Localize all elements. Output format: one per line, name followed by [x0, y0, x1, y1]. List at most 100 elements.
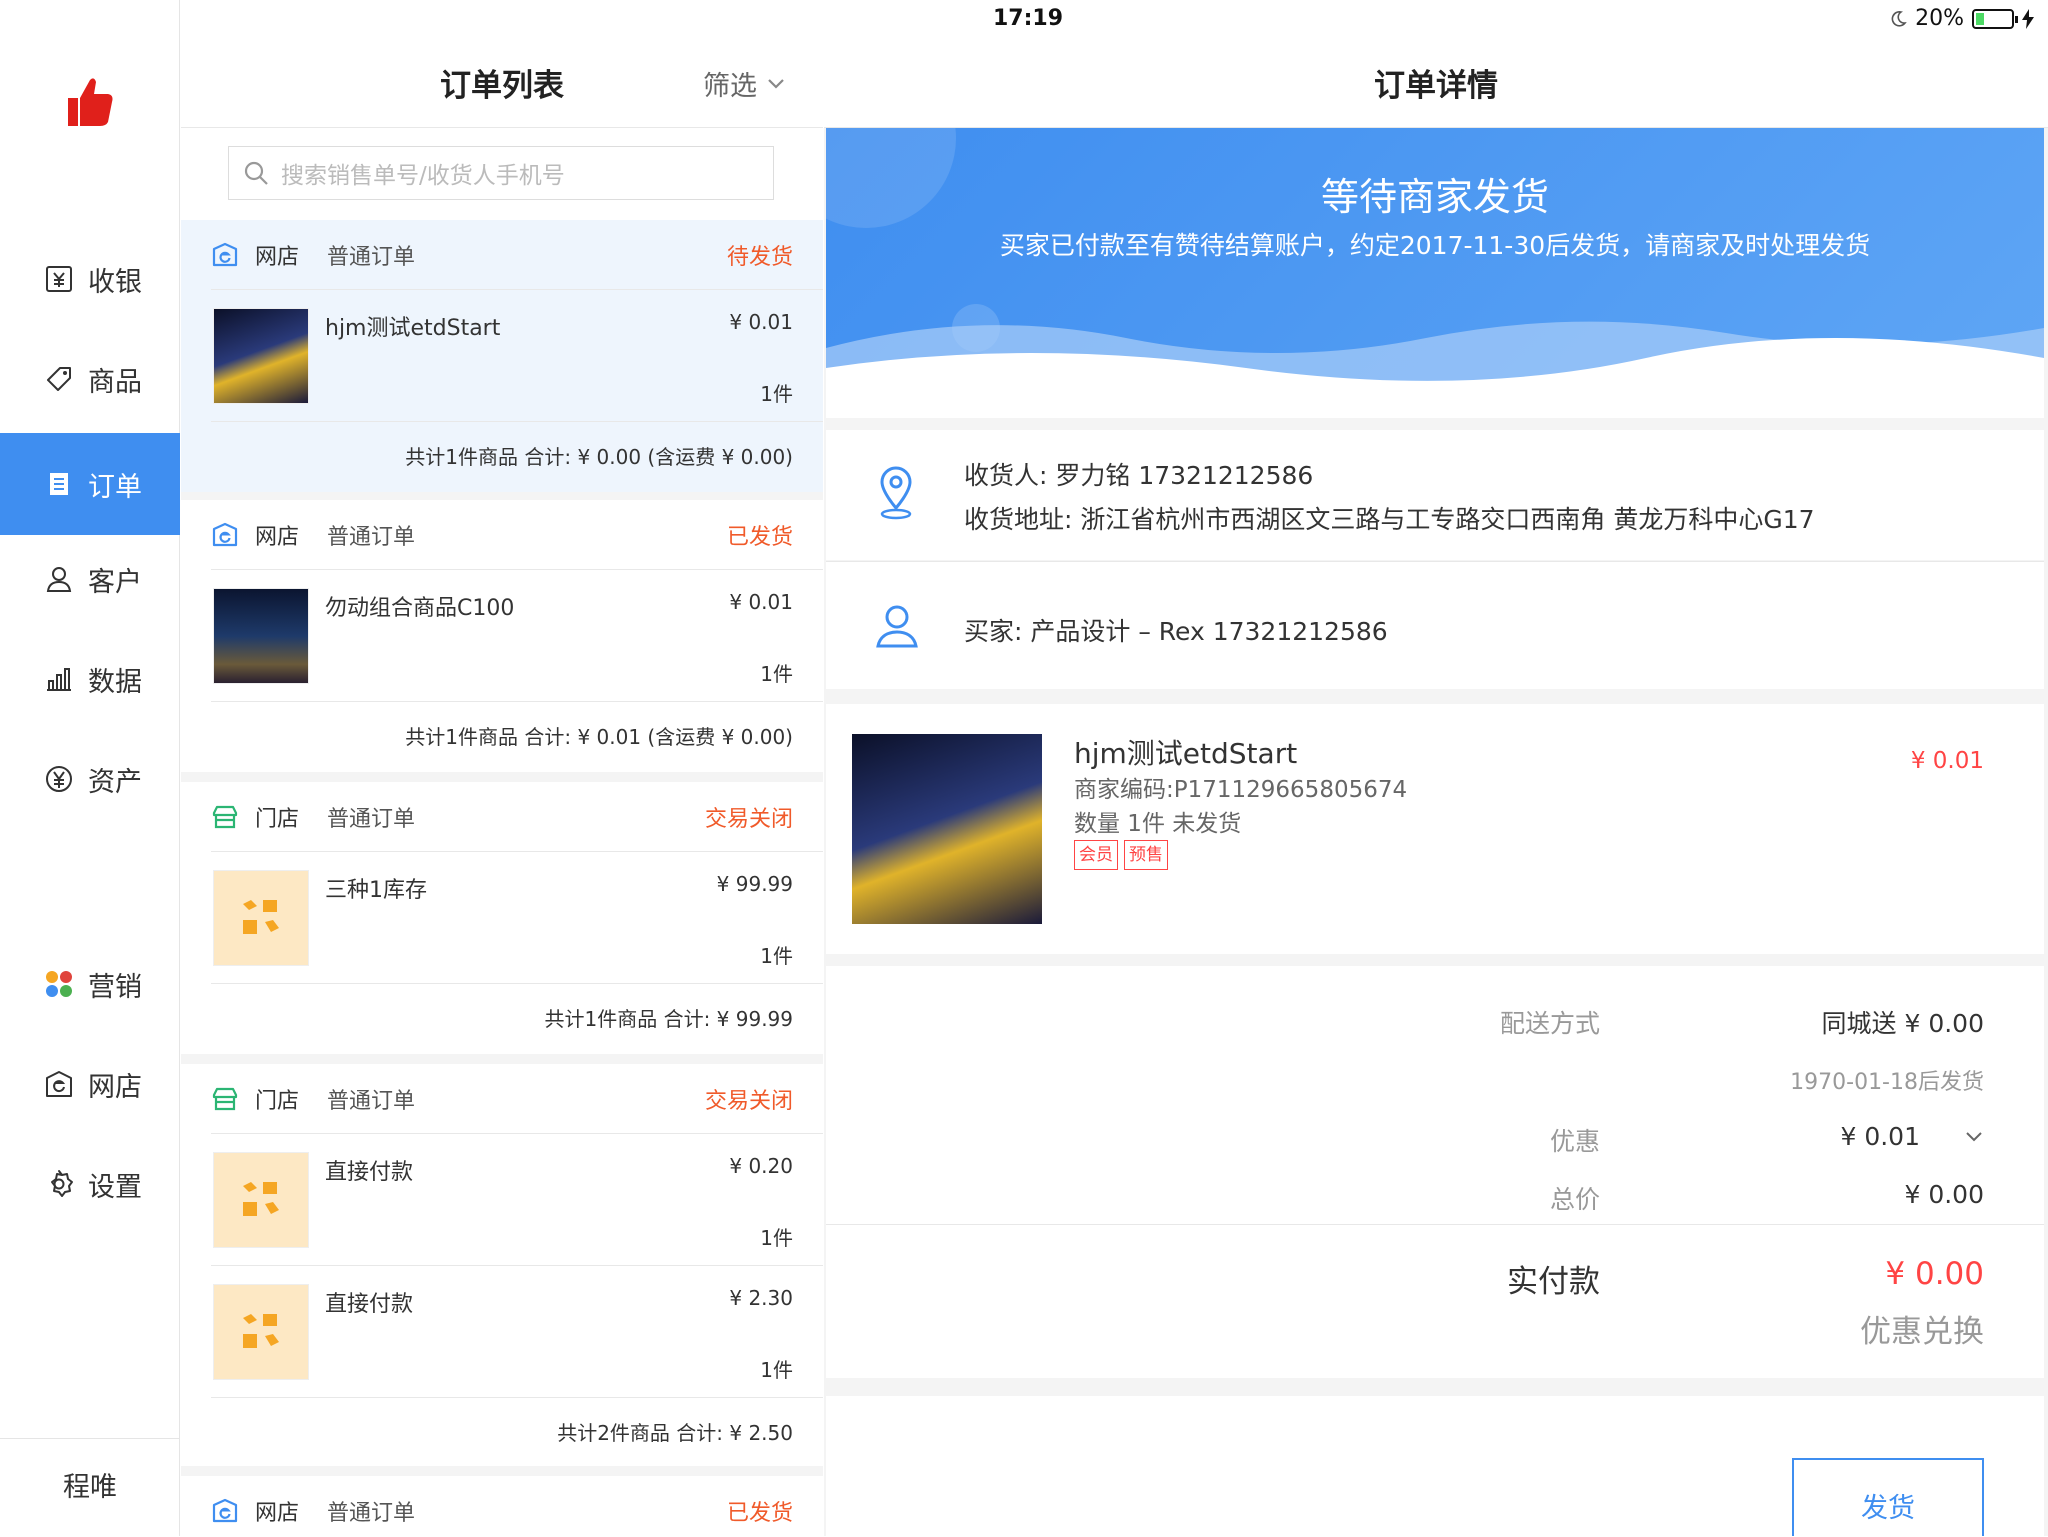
order-status: 已发货	[726, 1501, 793, 1526]
search-placeholder: 搜索销售单号/收货人手机号	[281, 163, 565, 189]
paid-value: ¥ 0.00	[1885, 1256, 1984, 1292]
order-list-panel: 订单列表 筛选 搜索销售单号/收货人手机号 网店 普通订单 待发货 hjm测试e…	[181, 40, 823, 1536]
product-image	[852, 734, 1042, 924]
banner-subtitle: 买家已付款至有赞待结算账户，约定2017-11-30后发货，请商家及时处理发货	[999, 231, 1871, 260]
order-detail-panel: 订单详情 等待商家发货 买家已付款至有赞待结算账户，约定2017-11-30后发…	[824, 40, 2048, 1536]
item-name: 直接付款	[325, 1160, 414, 1185]
order-summary: 共计1件商品 合计: ¥ 0.01 (含运费 ¥ 0.00)	[405, 725, 793, 749]
charging-icon	[2022, 8, 2034, 29]
chevron-down-icon[interactable]	[1964, 1130, 1984, 1144]
order-status: 待发货	[726, 244, 793, 270]
banner-title: 等待商家发货	[1320, 175, 1549, 219]
goods-code: 商家编码:P171129665805674	[1074, 777, 1408, 803]
order-item: 直接付款 ¥ 2.30 1件	[211, 1266, 823, 1398]
status-time: 17:19	[992, 6, 1064, 31]
order-channel: 网店	[255, 1501, 300, 1526]
goods-name: hjm测试etdStart	[1074, 737, 1298, 770]
redeem-link[interactable]: 优惠兑换	[1860, 1306, 1984, 1351]
location-pin-icon	[880, 466, 912, 520]
filter-label: 筛选	[703, 71, 757, 102]
sidebar: 收银 商品 订单 客户 数据 资产 营销 网店 设置 程唯	[0, 0, 180, 1536]
presale-tag: 预售	[1124, 840, 1168, 870]
item-name: 勿动组合商品C100	[325, 596, 515, 621]
detail-title: 订单详情	[1374, 68, 1498, 104]
sidebar-item-marketing[interactable]: 营销	[0, 933, 180, 1035]
wave-decoration	[826, 321, 2044, 418]
order-header: 门店 普通订单 交易关闭	[211, 1064, 823, 1134]
gear-icon	[51, 1170, 73, 1197]
item-name: 直接付款	[325, 1292, 414, 1317]
tag-icon	[47, 367, 71, 391]
order-item: hjm测试etdStart ¥ 0.01 1件	[211, 290, 823, 422]
item-qty: 1件	[760, 1226, 793, 1250]
cashier-icon	[46, 266, 72, 292]
sidebar-item-settings[interactable]: 设置	[0, 1133, 180, 1235]
item-price: ¥ 99.99	[716, 872, 793, 896]
status-right: 20%	[1889, 6, 2034, 31]
order-status: 交易关闭	[704, 1088, 793, 1114]
sidebar-item-customers[interactable]: 客户	[0, 528, 180, 630]
detail-header: 订单详情	[824, 40, 2048, 128]
sidebar-item-label: 资产	[88, 766, 142, 798]
order-summary: 共计1件商品 合计: ¥ 99.99	[544, 1007, 793, 1031]
item-price: ¥ 0.01	[729, 310, 793, 334]
receiver-info: 收货人: 罗力铭 17321212586	[964, 461, 1314, 490]
order-status: 交易关闭	[704, 806, 793, 832]
order-header: 网店 普通订单 待发货	[211, 220, 823, 290]
member-tag: 会员	[1074, 840, 1118, 870]
sidebar-item-goods[interactable]: 商品	[0, 328, 180, 430]
sidebar-item-label: 订单	[88, 471, 142, 503]
sidebar-item-label: 网店	[88, 1071, 142, 1103]
placeholder-product-icon	[213, 1284, 309, 1380]
order-item: 直接付款 ¥ 0.20 1件	[211, 1134, 823, 1266]
order-type: 普通订单	[327, 806, 416, 832]
thumbs-up-logo-icon	[68, 78, 113, 126]
user-name[interactable]: 程唯	[0, 1438, 180, 1536]
item-price: ¥ 0.01	[729, 590, 793, 614]
order-card[interactable]: 网店 普通订单 待发货 hjm测试etdStart ¥ 0.01 1件 共计1件…	[181, 220, 823, 492]
product-thumbnail	[213, 308, 309, 404]
sidebar-item-assets[interactable]: 资产	[0, 728, 180, 830]
sidebar-item-cashier[interactable]: 收银	[0, 228, 180, 330]
total-value: ¥ 0.00	[1904, 1180, 1984, 1209]
sidebar-item-webstore[interactable]: 网店	[0, 1033, 180, 1135]
status-bar: iPad 17:19 20%	[0, 0, 2048, 40]
discount-value: ¥ 0.01	[1840, 1122, 1920, 1151]
product-thumbnail	[213, 588, 309, 684]
order-summary: 共计1件商品 合计: ¥ 0.00 (含运费 ¥ 0.00)	[405, 445, 793, 469]
sidebar-item-label: 客户	[88, 566, 142, 598]
order-channel: 门店	[255, 806, 300, 832]
order-type: 普通订单	[327, 1088, 416, 1114]
sidebar-item-label: 数据	[88, 666, 142, 698]
goods-price: ¥ 0.01	[1910, 748, 1984, 774]
chart-icon	[47, 668, 71, 691]
placeholder-product-icon	[213, 870, 309, 966]
item-qty: 1件	[760, 1358, 793, 1382]
battery-percent: 20%	[1915, 6, 1964, 31]
ship-button[interactable]: 发货	[1792, 1458, 1984, 1536]
order-channel: 网店	[255, 244, 300, 270]
order-card[interactable]: 网店 普通订单 已发货 勿动组合商品C100 ¥ 0.01 1件 共计1件商品 …	[181, 500, 823, 772]
divider	[826, 1224, 2044, 1225]
battery-icon	[1972, 8, 2018, 29]
order-card[interactable]: 网店 普通订单 已发货	[181, 1476, 823, 1536]
buyer-card: 买家: 产品设计 – Rex 17321212586	[826, 561, 2044, 689]
item-price: ¥ 0.20	[729, 1154, 793, 1178]
sidebar-item-label: 商品	[88, 366, 142, 398]
filter-button[interactable]: 筛选	[703, 64, 785, 103]
order-card[interactable]: 门店 普通订单 交易关闭 直接付款 ¥ 0.20 1件 直接付款 ¥ 2.30 …	[181, 1064, 823, 1466]
buyer-info: 买家: 产品设计 – Rex 17321212586	[964, 617, 1388, 646]
sidebar-item-data[interactable]: 数据	[0, 628, 180, 730]
search-input[interactable]: 搜索销售单号/收货人手机号	[228, 146, 774, 200]
address-card: 收货人: 罗力铭 17321212586 收货地址: 浙江省杭州市西湖区文三路与…	[826, 430, 2044, 560]
order-item: 勿动组合商品C100 ¥ 0.01 1件	[211, 570, 823, 702]
sidebar-item-orders[interactable]: 订单	[0, 433, 180, 535]
order-item: 三种1库存 ¥ 99.99 1件	[211, 852, 823, 984]
paid-label: 实付款	[1507, 1264, 1600, 1300]
status-banner: 等待商家发货 买家已付款至有赞待结算账户，约定2017-11-30后发货，请商家…	[826, 128, 2044, 418]
webstore-icon	[212, 1498, 238, 1523]
order-card[interactable]: 门店 普通订单 交易关闭 三种1库存 ¥ 99.99 1件 共计1件商品 合计:…	[181, 782, 823, 1054]
store-icon	[212, 805, 238, 828]
item-name: hjm测试etdStart	[325, 316, 501, 341]
sidebar-item-label: 营销	[88, 971, 142, 1003]
